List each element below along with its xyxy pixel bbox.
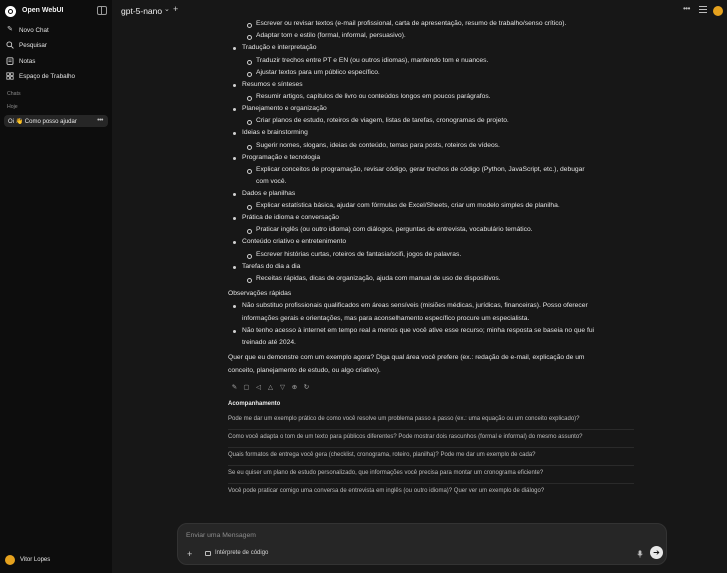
thumbs-down-icon[interactable]: ▽	[278, 383, 287, 392]
list-item: Adaptar tom e estilo (formal, informal, …	[247, 32, 406, 40]
followup-text: Pode me dar um exemplo prático de como v…	[228, 416, 580, 422]
list-heading: Resumos e sínteses	[233, 81, 303, 88]
followup-text: Se eu quiser um plano de estudo personal…	[228, 470, 544, 476]
nav-new-chat-label: Novo Chat	[19, 26, 49, 34]
plus-icon[interactable]: +	[187, 549, 192, 559]
nav-workspace[interactable]: Espaço de Trabalho	[0, 69, 112, 83]
list-heading: Dados e planilhas	[232, 190, 296, 197]
list-item: Praticar inglês (ou outro idioma) com di…	[247, 226, 533, 234]
search-icon	[6, 41, 14, 49]
pencil-icon: ✎	[7, 26, 13, 33]
list-heading: Planejamento e organização	[233, 105, 327, 112]
code-icon	[205, 551, 211, 556]
nav-search-label: Pesquisar	[19, 41, 48, 49]
open-webui-logo-icon[interactable]	[5, 6, 16, 17]
notes-icon	[6, 57, 14, 65]
list-item: Criar planos de estudo, roteiros de viag…	[247, 117, 509, 125]
message-composer: Enviar uma Mensagem + Intérprete de códi…	[177, 523, 667, 565]
list-item: Receitas rápidas, dicas de organização, …	[247, 275, 501, 283]
list-item: Explicar conceitos de programação, revis…	[247, 166, 585, 174]
followup-item[interactable]: Você pode praticar comigo uma conversa d…	[228, 484, 634, 502]
list-heading: Conteúdo criativo e entretenimento	[232, 238, 347, 245]
followup-item[interactable]: Pode me dar um exemplo prático de como v…	[228, 412, 634, 430]
list-item: Sugerir nomes, slogans, ideias de conteú…	[247, 142, 500, 150]
thumbs-up-icon[interactable]: △	[266, 383, 275, 392]
followup-text: Você pode praticar comigo uma conversa d…	[228, 488, 545, 494]
nav-notes[interactable]: Notas	[0, 54, 112, 68]
section-chats: Chats	[7, 91, 21, 97]
paragraph-line: treinado até 2024.	[242, 339, 296, 346]
list-heading: Prática de idioma e conversação	[232, 214, 340, 221]
list-heading: Tarefas do dia a dia	[232, 263, 301, 270]
paragraph-line: conceito, planejamento de estudo, ou alg…	[228, 367, 381, 374]
list-heading: Ideias e brainstorming	[233, 129, 308, 136]
avatar	[5, 555, 15, 565]
app-name[interactable]: Open WebUI	[22, 7, 63, 14]
user-name: Vitor Lopes	[20, 557, 51, 563]
followup-item[interactable]: Como você adapta o tom de um texto para …	[228, 430, 634, 448]
message-actions: ✎ ▢ ◁ △ ▽ ⊕ ↻	[230, 383, 311, 392]
followup-text: Quais formatos de entrega você gera (che…	[228, 452, 536, 458]
nav-workspace-label: Espaço de Trabalho	[19, 72, 76, 80]
copy-icon[interactable]: ▢	[242, 383, 251, 392]
chat-title: Oi 👋 Como posso ajudar	[8, 119, 77, 125]
followup-item[interactable]: Se eu quiser um plano de estudo personal…	[228, 466, 634, 484]
list-item: Escrever histórias curtas, roteiros de f…	[246, 251, 462, 259]
more-options-icon[interactable]: •••	[97, 117, 103, 124]
regenerate-icon[interactable]: ↻	[302, 383, 311, 392]
user-menu[interactable]: Vitor Lopes	[0, 554, 112, 568]
list-heading: Tradução e interpretação	[232, 44, 317, 51]
speaker-icon[interactable]: ◁	[254, 383, 263, 392]
code-interpreter-label: Intérprete de código	[215, 550, 269, 556]
sidebar: Open WebUI ✎ Novo Chat Pesquisar Notas E…	[0, 0, 112, 573]
paragraph-line: com você.	[256, 178, 287, 185]
microphone-icon[interactable]	[637, 550, 643, 560]
list-heading: Programação e tecnologia	[232, 154, 321, 161]
chevron-down-icon[interactable]: ⌄	[164, 5, 170, 13]
nav-notes-label: Notas	[19, 57, 36, 65]
list-heading: Não tenho acesso à internet em tempo rea…	[232, 327, 595, 334]
paragraph-line: Quer que eu demonstre com um exemplo ago…	[228, 354, 585, 361]
chat-list-item[interactable]: Oi 👋 Como posso ajudar •••	[4, 115, 108, 127]
list-item: Escrever ou revisar textos (e-mail profi…	[246, 20, 567, 28]
more-options-icon[interactable]: •••	[683, 4, 690, 13]
controls-icon[interactable]	[699, 6, 707, 13]
continue-icon[interactable]: ⊕	[290, 383, 299, 392]
list-item: Explicar estatística básica, ajudar com …	[247, 202, 560, 210]
workspace-icon	[6, 72, 14, 80]
nav-search[interactable]: Pesquisar	[0, 38, 112, 52]
nav-new-chat[interactable]: ✎ Novo Chat	[0, 23, 112, 37]
sidebar-header: Open WebUI	[0, 0, 112, 24]
followups-title: Acompanhamento	[228, 401, 281, 407]
followup-item[interactable]: Quais formatos de entrega você gera (che…	[228, 448, 634, 466]
sidebar-toggle-icon[interactable]	[97, 6, 107, 15]
send-button[interactable]: ➔	[650, 546, 663, 559]
section-today: Hoje	[7, 104, 18, 110]
avatar[interactable]	[713, 6, 723, 16]
add-model-icon[interactable]: +	[173, 4, 178, 14]
paragraph-line: informações gerais e orientações, mas pa…	[242, 315, 530, 322]
paragraph-line: Observações rápidas	[228, 290, 292, 297]
list-item: Ajustar textos para um público específic…	[247, 69, 380, 77]
list-item: Resumir artigos, capítulos de livro ou c…	[247, 93, 491, 101]
list-item: Traduzir trechos entre PT e EN (ou outro…	[246, 57, 489, 65]
followup-text: Como você adapta o tom de um texto para …	[228, 434, 583, 440]
message-input[interactable]: Enviar uma Mensagem	[186, 532, 256, 539]
list-heading: Não substituo profissionais qualificados…	[233, 302, 588, 309]
model-selector[interactable]: gpt-5-nano	[121, 6, 162, 16]
edit-icon[interactable]: ✎	[230, 383, 239, 392]
